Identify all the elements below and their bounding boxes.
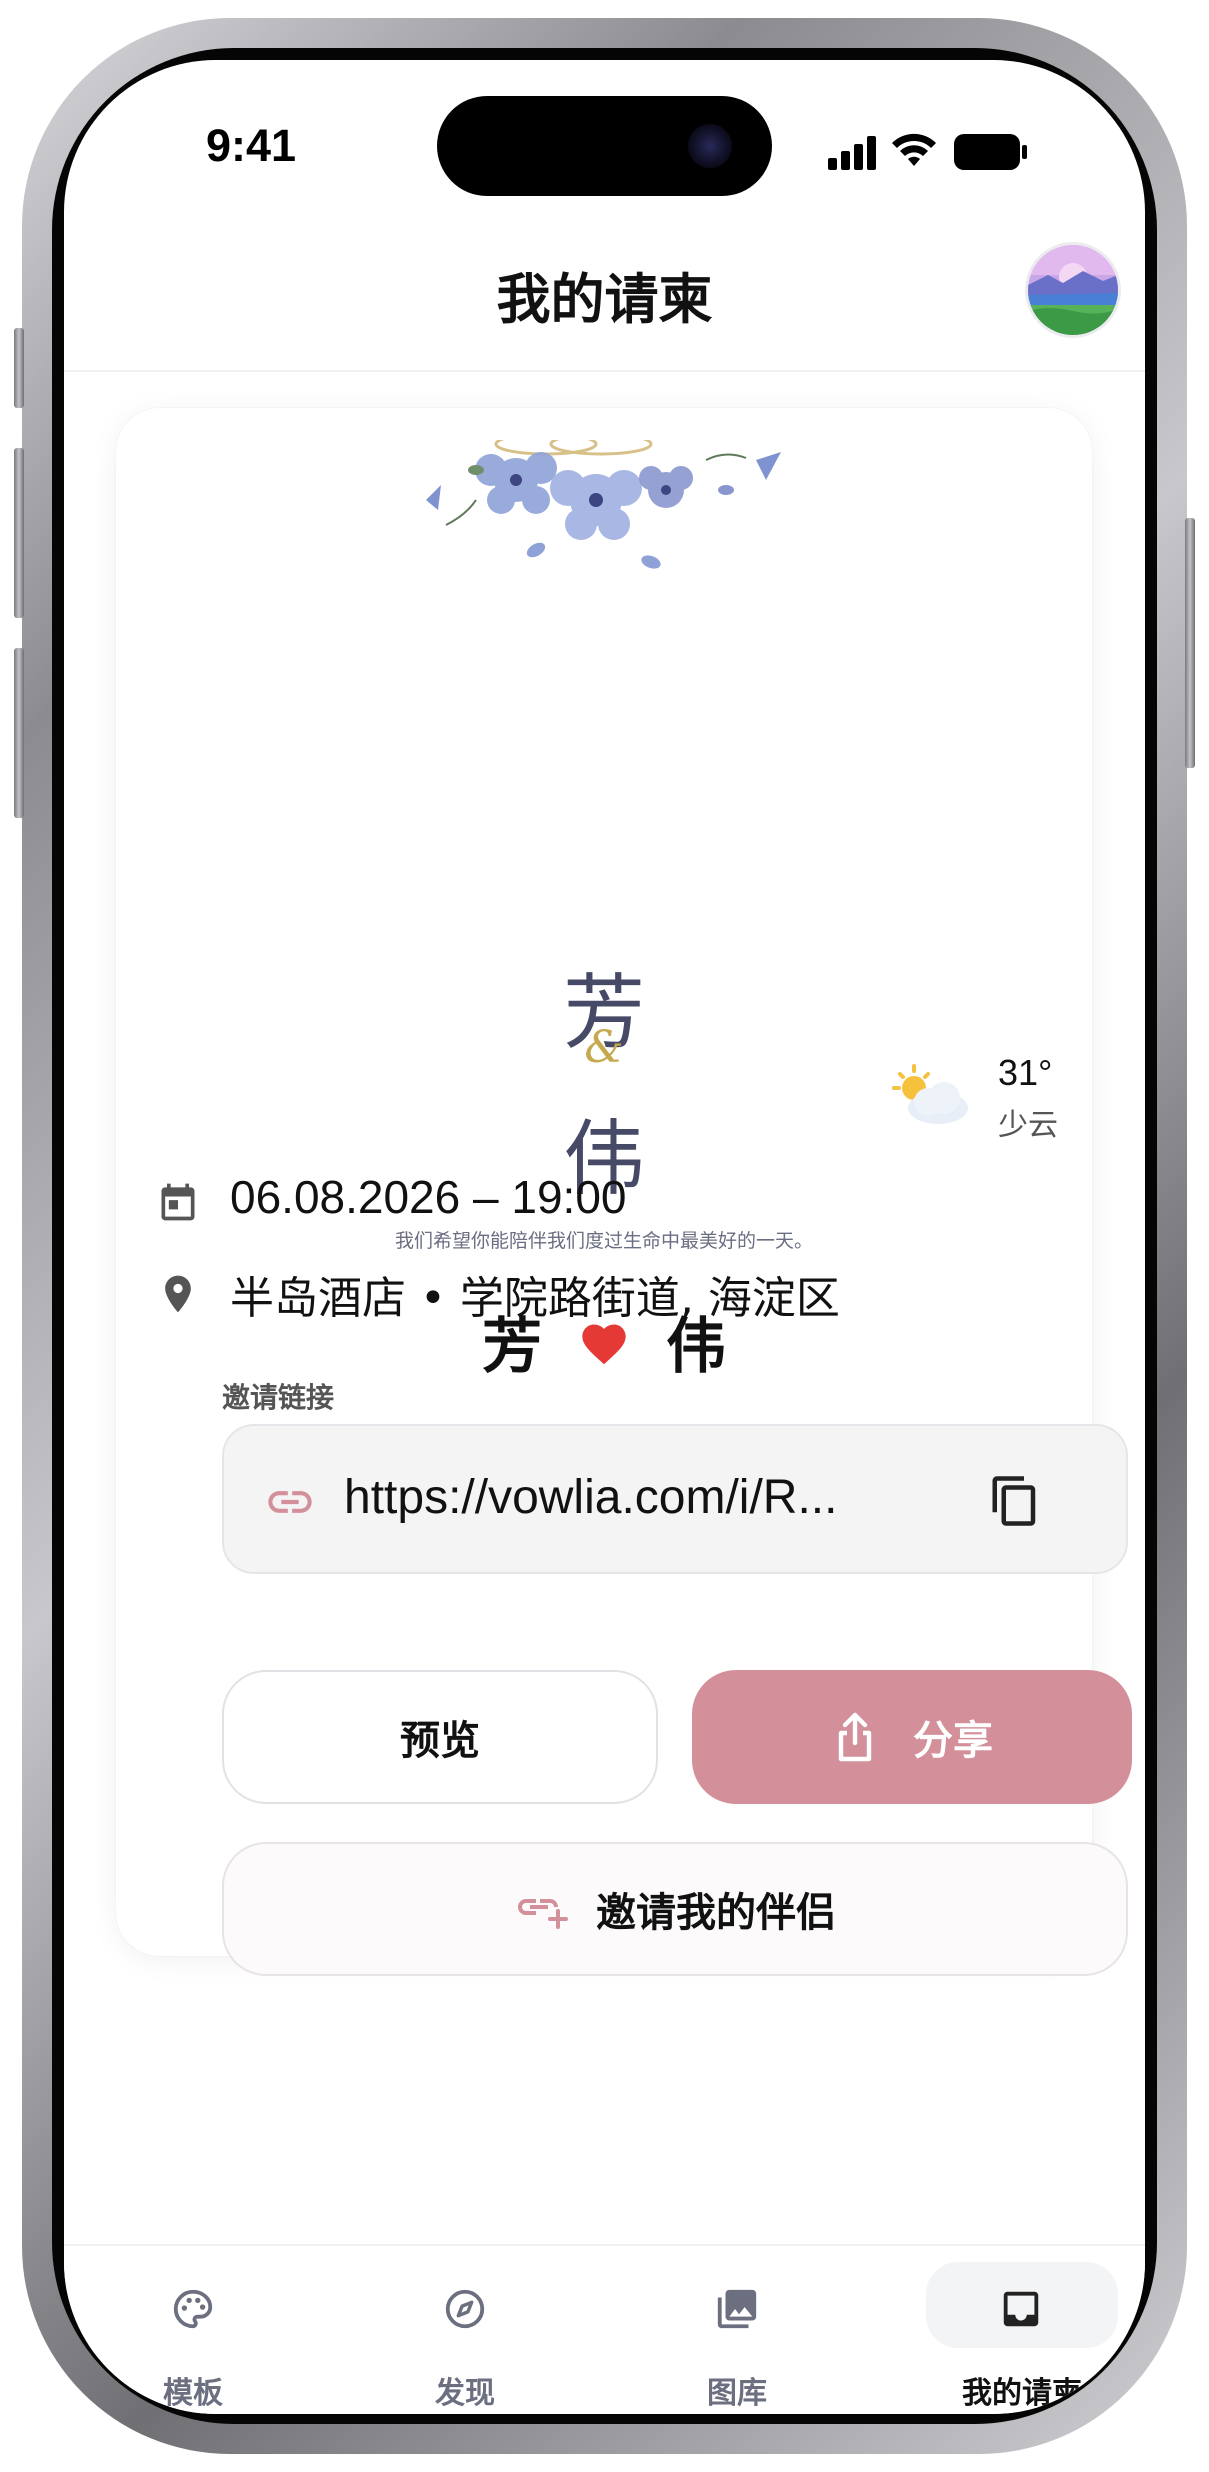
partly-cloudy-icon bbox=[892, 1064, 968, 1124]
nav-item-my-invitations[interactable]: 我的请柬 bbox=[926, 2262, 1118, 2411]
link-icon bbox=[268, 1491, 312, 1513]
header-divider bbox=[64, 370, 1145, 372]
battery-icon bbox=[954, 134, 1027, 170]
cellular-signal-icon bbox=[828, 136, 876, 170]
camera-icon bbox=[688, 124, 732, 168]
share-button-label: 分享 bbox=[913, 1718, 993, 1764]
bottom-nav: 模板 发现 图库 我的请柬 bbox=[64, 2244, 1145, 2414]
nav-label-gallery: 图库 bbox=[707, 2376, 767, 2411]
share-icon bbox=[838, 1712, 872, 1762]
compass-icon bbox=[445, 2289, 485, 2329]
avatar-image bbox=[1028, 245, 1118, 335]
nav-label-my-invitations: 我的请柬 bbox=[962, 2376, 1082, 2411]
preview-button-label: 预览 bbox=[400, 1718, 480, 1764]
calendar-icon bbox=[161, 1183, 195, 1221]
invite-link-url[interactable]: https://vowlia.com/i/R... bbox=[344, 1470, 924, 1525]
inbox-icon bbox=[1003, 2291, 1039, 2327]
event-location: 半岛酒店 • 学院路街道, 海淀区 bbox=[230, 1273, 840, 1324]
copy-icon[interactable] bbox=[988, 1474, 1042, 1528]
nav-item-templates[interactable]: 模板 bbox=[98, 2262, 288, 2412]
invitation-tagline: 我们希望你能陪伴我们度过生命中最美好的一天。 bbox=[394, 1230, 813, 1252]
power-button bbox=[1185, 518, 1195, 768]
nav-item-gallery[interactable]: 图库 bbox=[642, 2262, 832, 2412]
invite-partner-button[interactable]: 邀请我的伴侣 bbox=[222, 1842, 1128, 1976]
share-button[interactable]: 分享 bbox=[692, 1670, 1132, 1804]
weather-description: 少云 bbox=[998, 1108, 1058, 1143]
invite-partner-label: 邀请我的伴侣 bbox=[596, 1890, 836, 1936]
invite-link-field[interactable]: https://vowlia.com/i/R... bbox=[222, 1424, 1128, 1574]
mute-switch bbox=[14, 328, 24, 408]
volume-up-button bbox=[14, 448, 24, 618]
preview-button[interactable]: 预览 bbox=[222, 1670, 658, 1804]
nav-label-discover: 发现 bbox=[435, 2376, 495, 2411]
location-pin-icon bbox=[165, 1275, 191, 1313]
gallery-icon bbox=[717, 2289, 757, 2329]
status-time: 9:41 bbox=[206, 120, 297, 171]
nav-item-discover[interactable]: 发现 bbox=[370, 2262, 560, 2412]
page-title: 我的请柬 bbox=[496, 268, 713, 331]
volume-down-button bbox=[14, 648, 24, 818]
palette-icon bbox=[173, 2289, 213, 2329]
avatar[interactable] bbox=[1025, 242, 1121, 338]
floral-decoration-icon bbox=[426, 440, 781, 569]
heart-icon bbox=[582, 1324, 626, 1365]
phone-screen: 9:41 我的请柬 芳 & 伟 我们希望你能陪伴我们度过生命中最美好的一天。 芳… bbox=[64, 60, 1145, 2414]
invite-link-label: 邀请链接 bbox=[222, 1381, 335, 1414]
nav-label-templates: 模板 bbox=[163, 2376, 223, 2411]
wifi-icon bbox=[892, 133, 936, 166]
weather-temperature: 31° bbox=[998, 1052, 1053, 1093]
link-add-icon bbox=[518, 1899, 568, 1929]
dynamic-island bbox=[437, 96, 772, 196]
event-datetime: 06.08.2026 – 19:00 bbox=[230, 1171, 627, 1223]
